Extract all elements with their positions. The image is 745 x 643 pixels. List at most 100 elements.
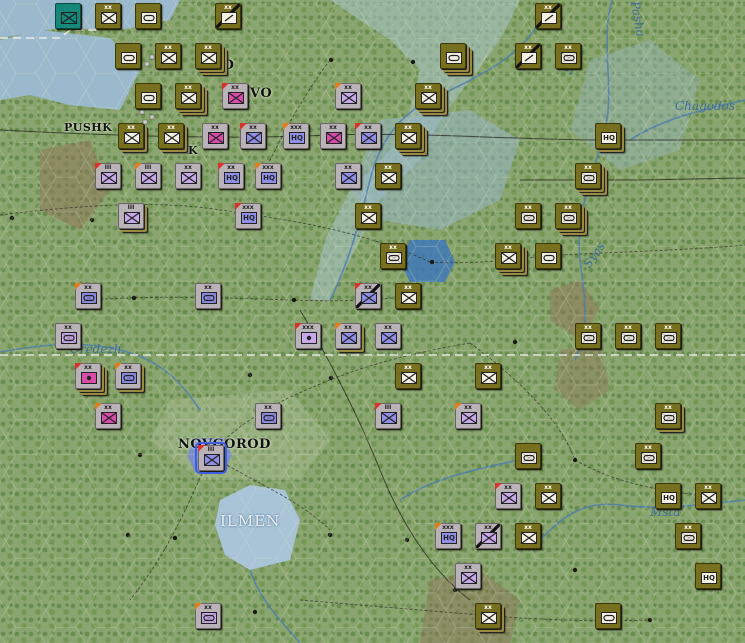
soviet-hq-counter[interactable]: xx HQ [218, 163, 244, 189]
soviet-hq-counter[interactable]: xxx HQ [435, 523, 461, 549]
german-hq-counter[interactable]: HQ [695, 563, 721, 589]
game-map[interactable]: AD VO PUSHK K NOVGOROD Pasha Chagodos Sy… [0, 0, 745, 643]
german-inf-counter[interactable]: xx [195, 43, 221, 69]
german-arm-counter[interactable] [535, 243, 561, 269]
soviet-inf-counter[interactable]: xx [455, 563, 481, 589]
german-mot-counter[interactable]: xx [655, 323, 681, 349]
soviet-inf-counter[interactable]: III [118, 203, 144, 229]
german-mot-counter[interactable]: xx [555, 203, 581, 229]
hq-symbol: HQ [441, 532, 457, 544]
soviet-inf-counter[interactable]: xx [355, 123, 381, 149]
lake-label-ilmen: ILMEN [220, 512, 281, 530]
german-mot-counter[interactable]: xx [615, 323, 641, 349]
german-inf-counter[interactable]: xx [95, 3, 121, 29]
soviet-mot-counter[interactable]: xx [195, 283, 221, 309]
soviet-inf-counter[interactable]: xx [375, 323, 401, 349]
german-mot-counter[interactable]: xx [675, 523, 701, 549]
soviet-art-counter[interactable]: xxx [295, 323, 321, 349]
soviet-mot-counter[interactable]: xx [115, 363, 141, 389]
german-inf-counter[interactable]: xx [515, 523, 541, 549]
unit-size-label: xx [104, 404, 112, 411]
mot-symbol-icon [621, 332, 637, 344]
german-inf-counter[interactable]: xx [495, 243, 521, 269]
soviet-mot-counter[interactable]: xx [195, 603, 221, 629]
soviet-mot-counter[interactable]: xx [255, 403, 281, 429]
german-inf-counter[interactable]: xx [395, 363, 421, 389]
mot-symbol-icon [61, 332, 77, 344]
german-inf-counter[interactable]: xx [155, 43, 181, 69]
soviet-inf-counter[interactable]: xx [455, 403, 481, 429]
inf-symbol-icon [381, 412, 397, 424]
soviet-inf-counter[interactable]: xx [240, 123, 266, 149]
german-mot-counter[interactable]: xx [555, 43, 581, 69]
soviet-inf-counter[interactable]: xx [175, 163, 201, 189]
soviet-inf-counter[interactable]: xx [355, 283, 381, 309]
inf-symbol-icon [164, 132, 180, 144]
german-arm-counter[interactable] [440, 43, 466, 69]
unit-size-label: xx [184, 164, 192, 171]
unit-size-label: xx [167, 124, 175, 131]
german-mot-counter[interactable]: xx [575, 163, 601, 189]
soviet-hq-counter[interactable]: xxx HQ [235, 203, 261, 229]
unit-size-label: xx [184, 84, 192, 91]
german-mot-counter[interactable]: xx [635, 443, 661, 469]
german-inf-counter[interactable]: xx [415, 83, 441, 109]
german-mot-counter[interactable]: xx [515, 203, 541, 229]
german-inf-counter[interactable]: xx [475, 603, 501, 629]
soviet-inf-counter[interactable]: xx [320, 123, 346, 149]
german-mot-counter[interactable]: xx [655, 403, 681, 429]
soviet-inf-counter[interactable]: xx [495, 483, 521, 509]
soviet-inf-counter[interactable]: III [195, 442, 227, 474]
inf-symbol-icon [501, 492, 517, 504]
soviet-inf-counter[interactable]: xx [475, 523, 501, 549]
german-arm-counter[interactable] [135, 3, 161, 29]
soviet-inf-counter[interactable]: III [135, 163, 161, 189]
german-hq-counter[interactable]: HQ [655, 483, 681, 509]
inf-symbol-icon [101, 412, 117, 424]
german-mot-counter[interactable]: xx [575, 323, 601, 349]
german-special-counter[interactable]: xx [515, 43, 541, 69]
soviet-inf-counter[interactable]: xx [335, 323, 361, 349]
german-special-counter[interactable]: xx [215, 3, 241, 29]
soviet-mot-counter[interactable]: xx [75, 283, 101, 309]
german-special-counter[interactable]: xx [535, 3, 561, 29]
soviet-hq-counter[interactable]: xxx HQ [283, 123, 309, 149]
soviet-mot-counter[interactable]: xx [55, 323, 81, 349]
german-inf-counter[interactable]: xx [158, 123, 184, 149]
soviet-inf-counter[interactable]: xx [95, 403, 121, 429]
german-inf-counter[interactable]: xx [175, 83, 201, 109]
soviet-inf-counter[interactable]: xx [335, 163, 361, 189]
soviet-inf-counter[interactable]: xx [222, 83, 248, 109]
river-label-chagodos: Chagodos [675, 99, 736, 113]
german-hq-counter[interactable]: HQ [595, 123, 621, 149]
german-mot-counter[interactable]: xx [380, 243, 406, 269]
unit-size-label: xx [249, 124, 257, 131]
german-inf-counter[interactable]: xx [535, 483, 561, 509]
soviet-inf-counter[interactable]: III [375, 403, 401, 429]
german-arm-counter[interactable] [115, 43, 141, 69]
soviet-inf-counter[interactable]: III [95, 163, 121, 189]
german-arm-counter[interactable] [595, 603, 621, 629]
german-mot-counter[interactable] [515, 443, 541, 469]
german-inf-counter[interactable]: xx [395, 123, 421, 149]
soviet-inf-counter[interactable]: xx [335, 83, 361, 109]
unit-size-label: xx [364, 204, 372, 211]
mot-symbol-icon [561, 52, 577, 64]
soviet-inf-counter[interactable]: xx [202, 123, 228, 149]
german-inf-counter[interactable]: xx [695, 483, 721, 509]
german-inf-counter[interactable]: xx [375, 163, 401, 189]
soviet-art-counter[interactable]: xx [75, 363, 101, 389]
inf-symbol-icon [341, 172, 357, 184]
german-inf-counter[interactable]: xx [395, 283, 421, 309]
inf-symbol-icon [201, 52, 217, 64]
german-teal-inf-counter[interactable] [55, 3, 81, 29]
german-arm-counter[interactable] [135, 83, 161, 109]
unit-size-label: xx [564, 204, 572, 211]
german-inf-counter[interactable]: xx [118, 123, 144, 149]
hq-symbol: HQ [289, 132, 305, 144]
inf-symbol-icon [181, 172, 197, 184]
german-inf-counter[interactable]: xx [355, 203, 381, 229]
german-inf-counter[interactable]: xx [475, 363, 501, 389]
unit-size-label: xx [329, 124, 337, 131]
soviet-hq-counter[interactable]: xxx HQ [255, 163, 281, 189]
